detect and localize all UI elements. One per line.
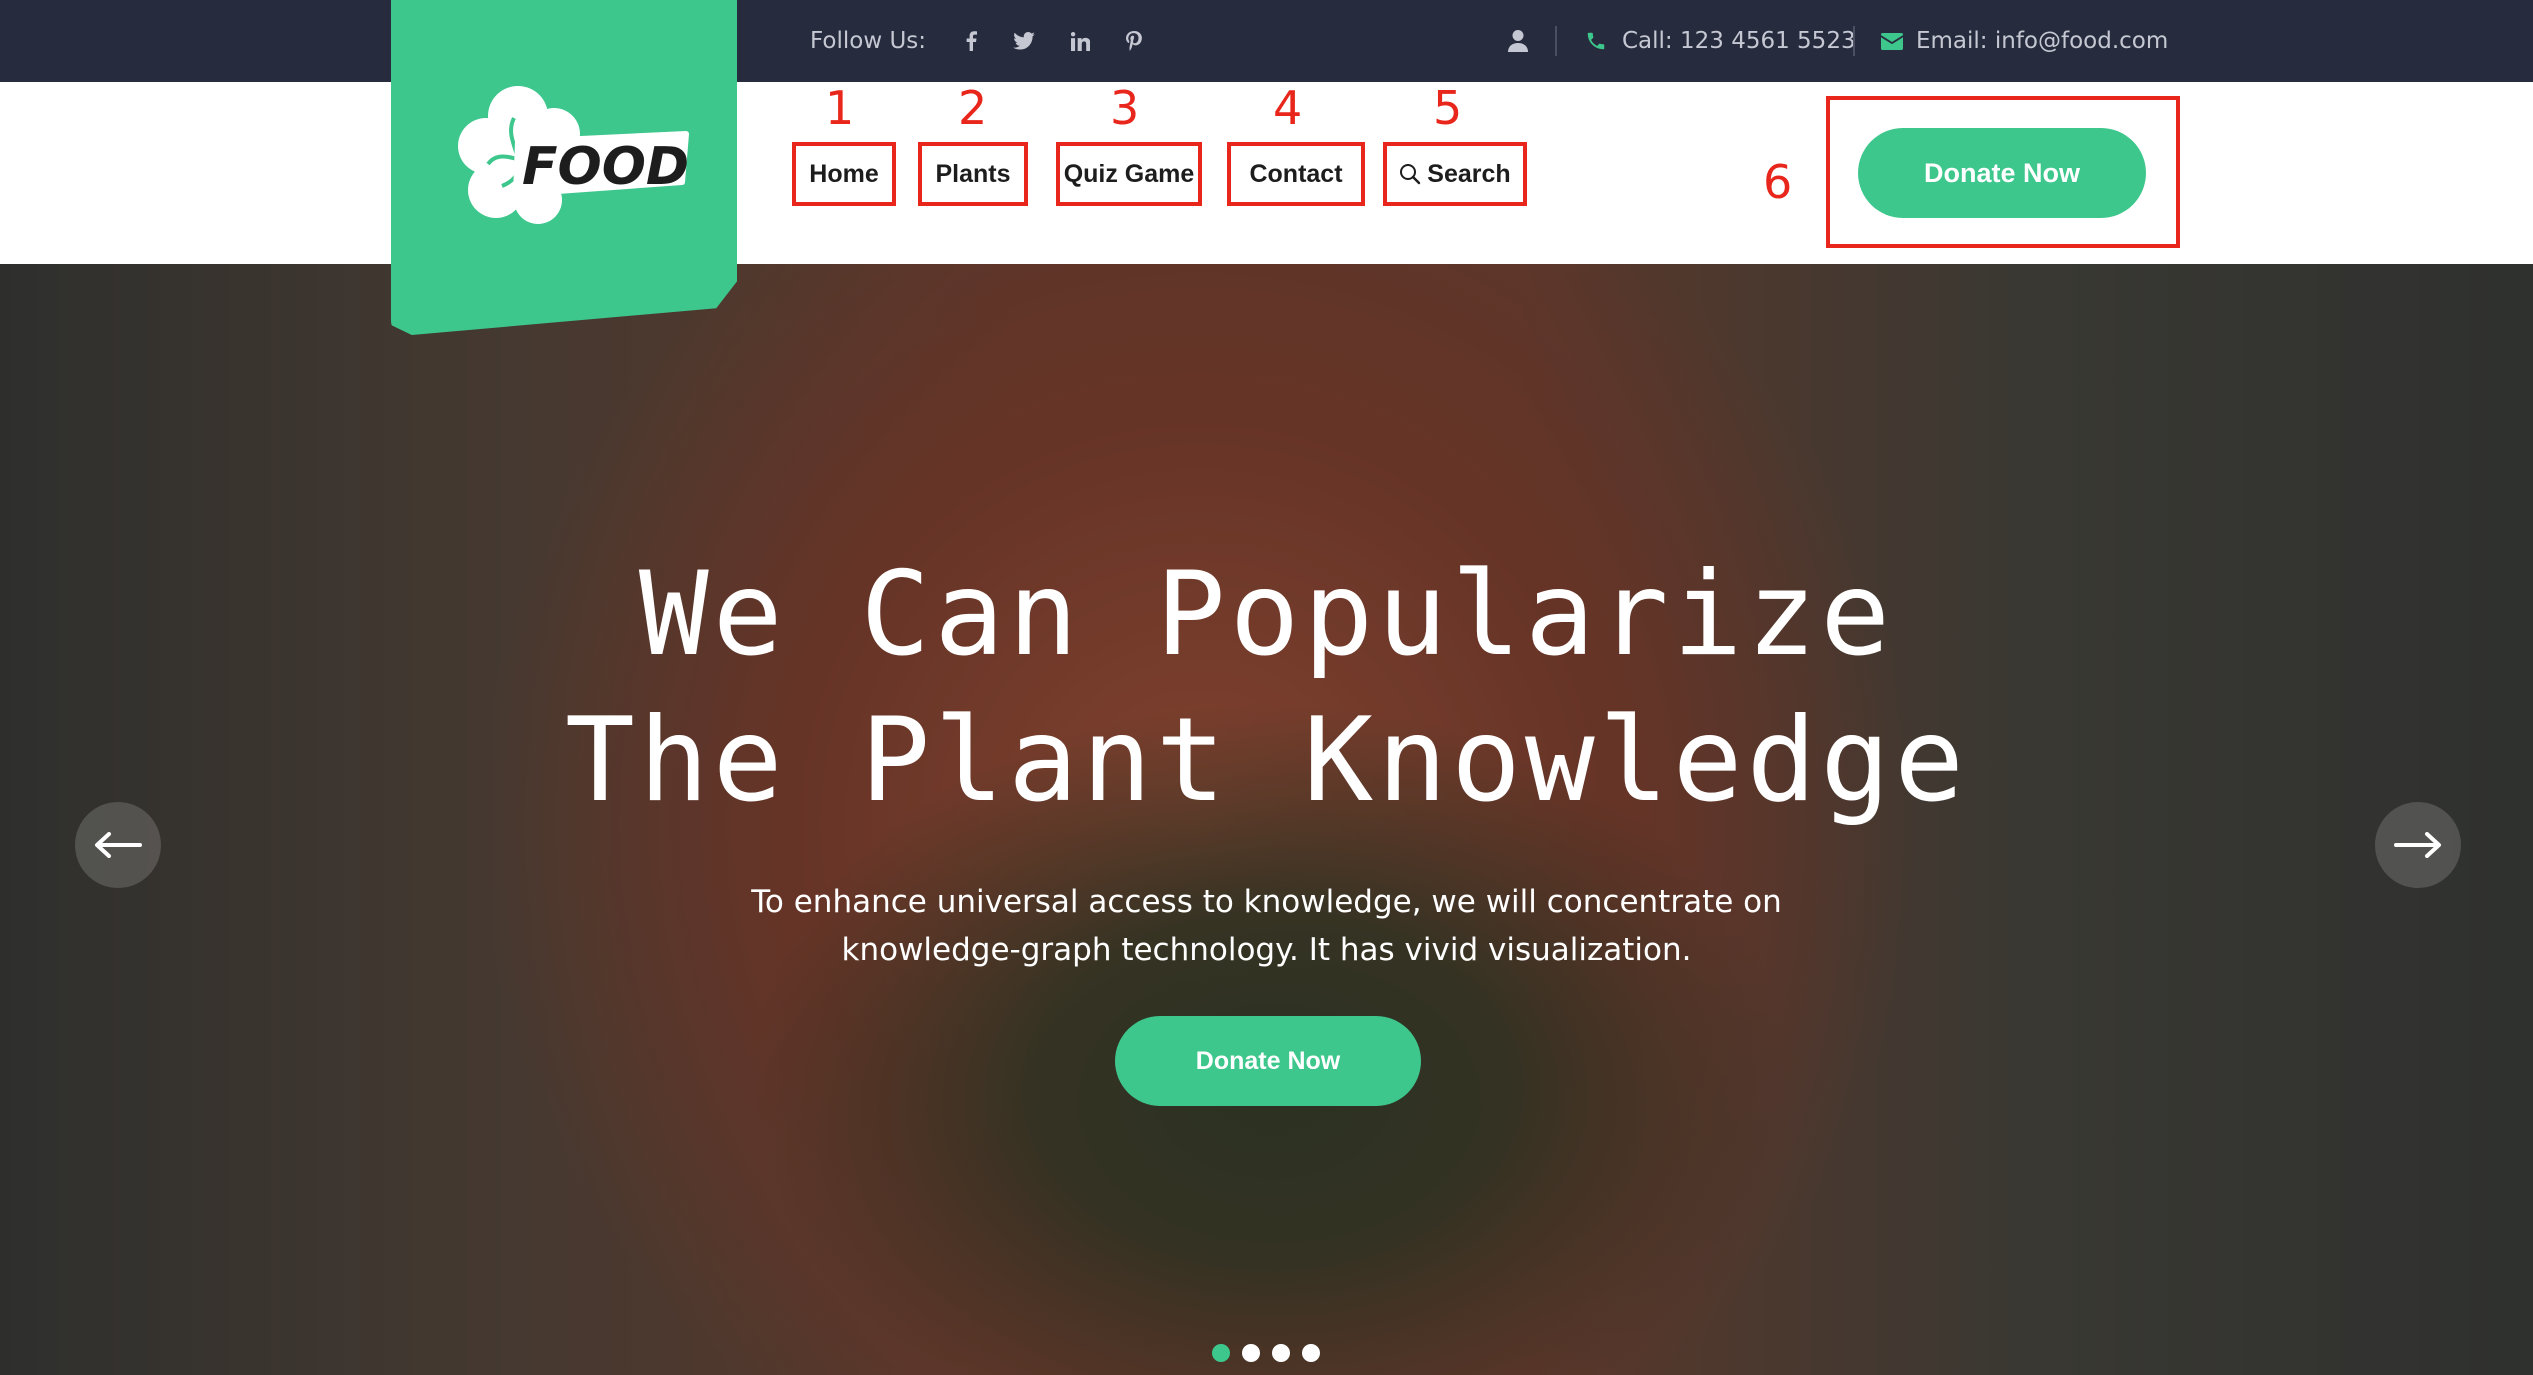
nav-item-quiz-game[interactable]: Quiz Game [1056, 142, 1202, 206]
annotation-number-5: 5 [1433, 81, 1463, 135]
donate-now-button[interactable]: Donate Now [1858, 128, 2146, 218]
facebook-icon[interactable] [951, 0, 991, 82]
search-icon [1399, 163, 1421, 185]
follow-us-label: Follow Us: [810, 28, 927, 54]
next-slide-button[interactable] [2375, 802, 2461, 888]
nav-item-label: Home [809, 159, 879, 188]
nav-item-plants[interactable]: Plants [918, 142, 1028, 206]
divider [1853, 26, 1855, 56]
nav-item-contact[interactable]: Contact [1227, 142, 1365, 206]
arrow-right-icon [2394, 832, 2441, 858]
annotation-number-2: 2 [958, 81, 988, 135]
top-bar: Follow Us: Call: 123 4561 5523 Email: in… [0, 0, 2533, 82]
nav-item-label: Plants [935, 159, 1011, 188]
phone-icon [1585, 0, 1607, 82]
hero-title-line-2: The Plant Knowledge [565, 693, 1968, 828]
slider-dot[interactable] [1272, 1344, 1290, 1362]
annotation-number-6: 6 [1763, 155, 1793, 209]
slider-dots [1212, 1344, 1320, 1362]
nav-item-label: Contact [1249, 159, 1343, 188]
call-text[interactable]: Call: 123 4561 5523 [1622, 0, 1856, 82]
nav-item-home[interactable]: Home [792, 142, 896, 206]
annotation-number-1: 1 [825, 81, 855, 135]
nav-item-label: Search [1427, 159, 1511, 188]
prev-slide-button[interactable] [75, 802, 161, 888]
slider-dot[interactable] [1212, 1344, 1230, 1362]
hero-subtitle-line-1: To enhance universal access to knowledge… [751, 884, 1782, 920]
slider-dot[interactable] [1242, 1344, 1260, 1362]
divider [1555, 26, 1557, 56]
logo-text: FOOD [522, 137, 689, 197]
twitter-icon[interactable] [1004, 0, 1044, 82]
hero-slider: We Can Popularize The Plant Knowledge To… [0, 264, 2533, 1375]
hero-donate-button[interactable]: Donate Now [1115, 1016, 1421, 1106]
annotation-number-4: 4 [1273, 81, 1303, 135]
slider-dot[interactable] [1302, 1344, 1320, 1362]
linkedin-icon[interactable] [1060, 0, 1100, 82]
email-text[interactable]: Email: info@food.com [1916, 0, 2168, 82]
nav-item-search[interactable]: Search [1383, 142, 1527, 206]
food-logo[interactable]: FOOD [436, 64, 692, 252]
user-icon[interactable] [1508, 0, 1528, 82]
hero-title-line-1: We Can Popularize [638, 547, 1895, 682]
annotation-number-3: 3 [1110, 81, 1140, 135]
envelope-icon [1881, 0, 1903, 82]
arrow-left-icon [95, 832, 142, 858]
nav-item-label: Quiz Game [1063, 159, 1195, 188]
hero-subtitle-line-2: knowledge-graph technology. It has vivid… [841, 932, 1692, 968]
pinterest-icon[interactable] [1114, 0, 1154, 82]
